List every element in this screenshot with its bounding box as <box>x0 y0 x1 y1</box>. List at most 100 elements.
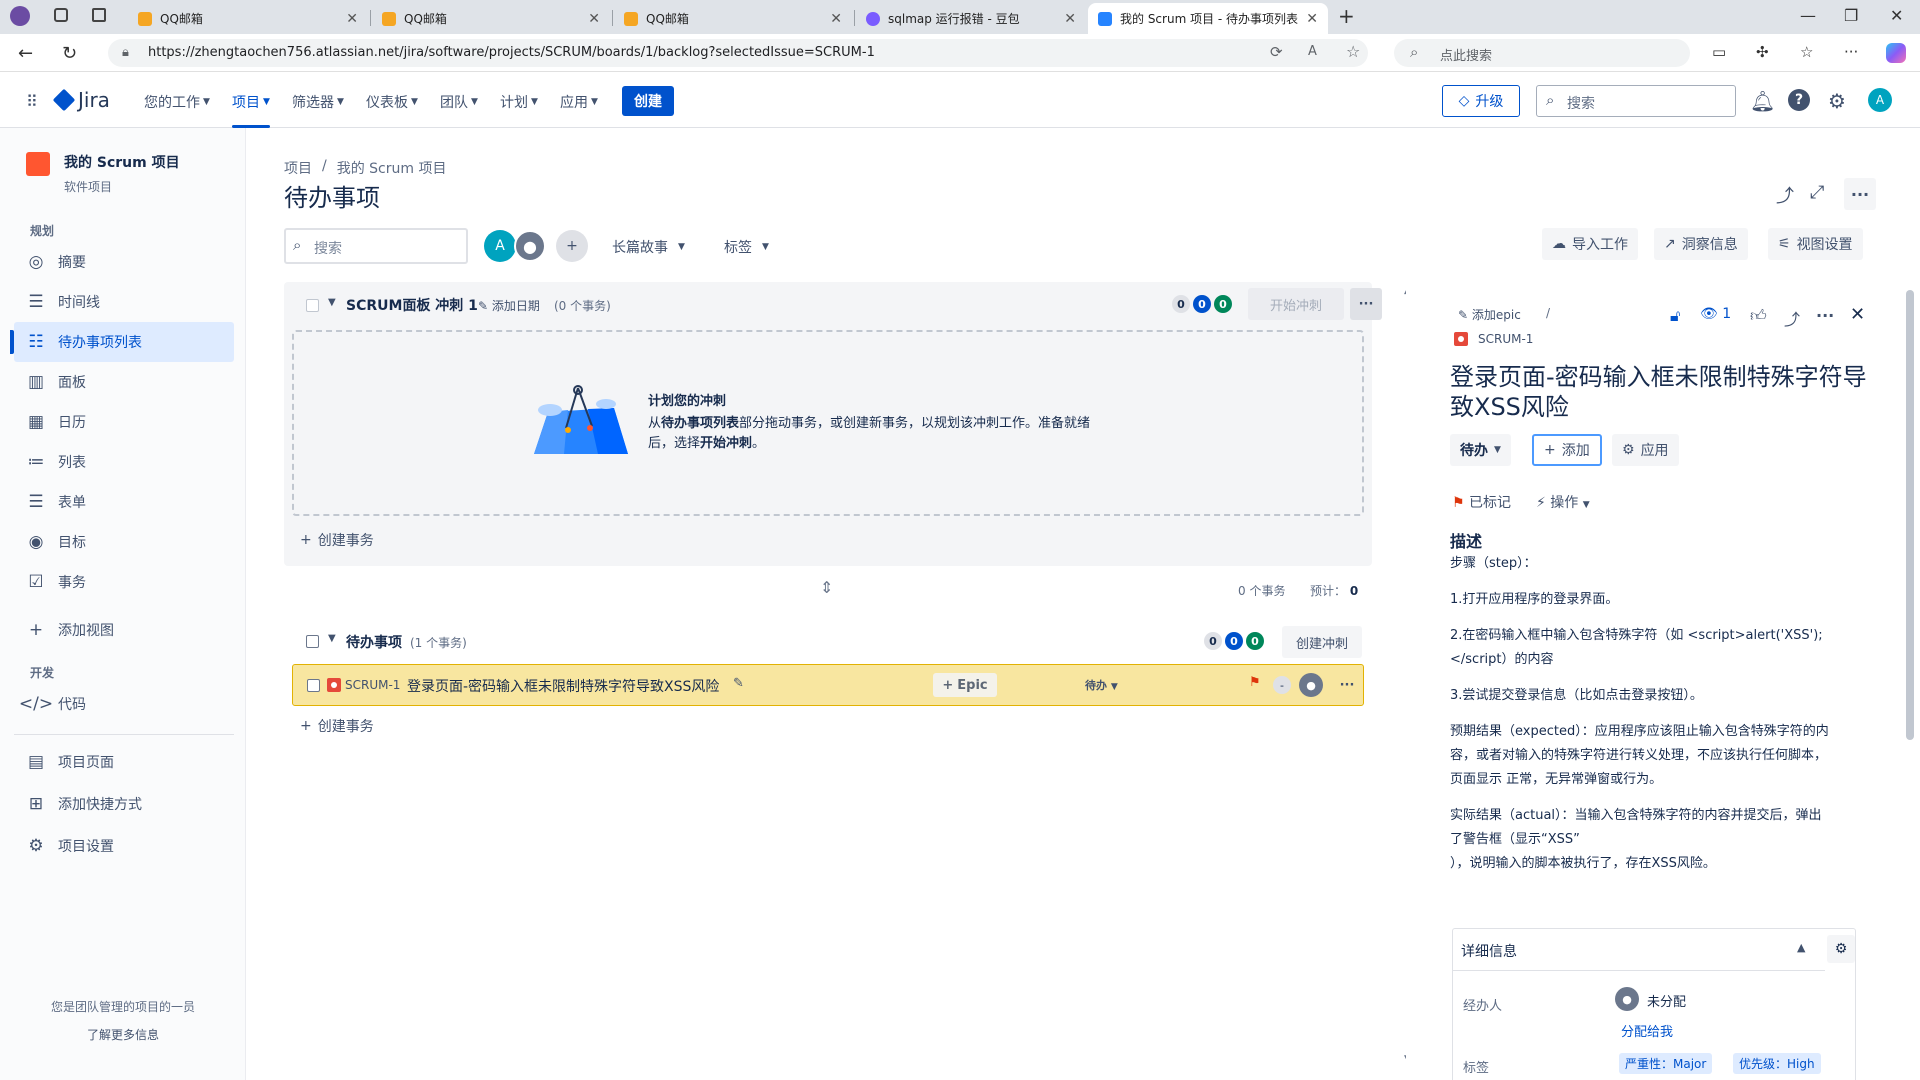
edit-pencil-icon[interactable]: ✎ <box>733 676 744 691</box>
notifications-icon[interactable]: 🔔︎ <box>1750 89 1775 113</box>
share-icon[interactable]: ⤴ <box>1784 306 1800 330</box>
filter-avatar-unassigned[interactable]: ● <box>514 230 546 262</box>
chevron-down-icon[interactable]: ▼ <box>328 297 336 308</box>
jira-search-input[interactable]: ⌕ 搜索 <box>1536 85 1736 117</box>
chevron-up-icon[interactable]: ▲ <box>1797 941 1805 954</box>
sidebar-item-add-view[interactable]: + 添加视图 <box>14 610 234 650</box>
close-icon[interactable]: ✕ <box>588 11 600 27</box>
new-tab-icon[interactable]: + <box>1338 4 1355 28</box>
extensions-icon[interactable]: ✣ <box>1756 43 1769 61</box>
sidebar-item-summary[interactable]: ◎ 摘要 <box>14 242 234 282</box>
sidebar-item-timeline[interactable]: ☰ 时间线 <box>14 282 234 322</box>
user-avatar[interactable]: A <box>1868 88 1892 112</box>
add-epic-button[interactable]: + Epic <box>933 673 997 697</box>
help-icon[interactable]: ? <box>1788 89 1810 111</box>
minimize-icon[interactable]: — <box>1800 6 1816 25</box>
browser-tab[interactable]: QQ邮箱 ✕ <box>128 3 368 34</box>
nav-dashboards[interactable]: 仪表板 ▼ <box>366 92 418 112</box>
label-filter-dropdown[interactable]: 标签 ▼ <box>724 237 769 257</box>
sidebar-item-calendar[interactable]: ▦ 日历 <box>14 402 234 442</box>
browser-menu-icon[interactable]: ··· <box>1844 43 1858 61</box>
sprint-create-issue-button[interactable]: + 创建事务 <box>300 530 374 550</box>
more-actions-button[interactable]: ··· <box>1844 178 1876 210</box>
sidebar-item-project-pages[interactable]: ▤ 项目页面 <box>14 742 234 782</box>
close-icon[interactable]: ✕ <box>1064 11 1076 27</box>
description-body[interactable]: 步骤（step）： 1.打开应用程序的登录界面。 2.在密码输入框中输入包含特殊… <box>1450 552 1870 876</box>
lock-icon[interactable]: 🔓︎ <box>1670 306 1680 326</box>
browser-tab[interactable]: sqlmap 运行报错 - 豆包 ✕ <box>856 3 1086 34</box>
close-icon[interactable]: ✕ <box>1850 304 1865 325</box>
sidebar-item-goals[interactable]: ◉ 目标 <box>14 522 234 562</box>
label-chip[interactable]: 严重性：Major <box>1619 1053 1713 1074</box>
breadcrumb-project[interactable]: 我的 Scrum 项目 <box>337 158 447 178</box>
app-switcher-icon[interactable]: ⠿ <box>26 92 38 111</box>
resize-handle-icon[interactable]: ⇕ <box>820 578 833 597</box>
sidebar-item-list[interactable]: ≔ 列表 <box>14 442 234 482</box>
add-people-icon[interactable]: + <box>556 230 588 262</box>
browser-tab-active[interactable]: 我的 Scrum 项目 - 待办事项列表 ✕ <box>1088 3 1328 34</box>
browser-profile-icon[interactable] <box>10 6 30 26</box>
issue-status-dropdown[interactable]: 待办 ▼ <box>1085 677 1118 693</box>
backlog-search-input[interactable]: ⌕ 搜索 <box>284 228 468 264</box>
insights-button[interactable]: ↗ 洞察信息 <box>1654 228 1748 260</box>
backlog-create-issue-button[interactable]: + 创建事务 <box>300 716 374 736</box>
copilot-icon[interactable] <box>1886 43 1906 63</box>
close-icon[interactable]: ✕ <box>830 11 842 27</box>
back-icon[interactable]: ← <box>18 43 33 64</box>
learn-more-link[interactable]: 了解更多信息 <box>0 1026 246 1043</box>
detail-scrollbar[interactable] <box>1906 290 1914 740</box>
sidebar-item-forms[interactable]: ☰ 表单 <box>14 482 234 522</box>
nav-apps[interactable]: 应用 ▼ <box>560 92 598 112</box>
view-settings-button[interactable]: ⚟ 视图设置 <box>1768 228 1863 260</box>
assignee-value[interactable]: 未分配 <box>1647 991 1686 1010</box>
actions-dropdown[interactable]: ⚡︎ 操作 ▼ <box>1536 492 1590 512</box>
details-settings-icon[interactable]: ⚙ <box>1827 935 1855 963</box>
url-bar[interactable]: 🔒︎ https://zhengtaochen756.atlassian.net… <box>108 39 1368 67</box>
nav-projects[interactable]: 项目 ▼ <box>232 92 270 128</box>
jira-logo[interactable]: Jira <box>52 88 110 112</box>
flagged-indicator[interactable]: ⚑ 已标记 <box>1452 492 1511 512</box>
vertical-tabs-icon[interactable] <box>92 8 106 22</box>
share-icon[interactable]: ⤴ <box>1776 182 1794 208</box>
translate-icon[interactable]: ⟳ <box>1270 43 1283 61</box>
start-sprint-button[interactable]: 开始冲刺 <box>1248 288 1344 320</box>
import-work-button[interactable]: ☁ 导入工作 <box>1542 228 1638 260</box>
nav-filters[interactable]: 筛选器 ▼ <box>292 92 344 112</box>
favorite-star-icon[interactable]: ☆ <box>1346 42 1360 61</box>
assign-to-me-link[interactable]: 分配给我 <box>1621 1021 1673 1040</box>
favorites-icon[interactable]: ☆ <box>1800 43 1813 61</box>
story-points-estimate[interactable]: - <box>1273 676 1291 694</box>
sidebar-item-board[interactable]: ▥ 面板 <box>14 362 234 402</box>
project-avatar-icon[interactable] <box>26 152 50 176</box>
details-header[interactable]: 详细信息 ▲ <box>1453 929 1825 971</box>
table-row[interactable]: SCRUM-1 登录页面-密码输入框未限制特殊字符导致XSS风险 ✎ + Epic… <box>292 664 1364 706</box>
nav-teams[interactable]: 团队 ▼ <box>440 92 478 112</box>
expand-icon[interactable]: ⤢ <box>1810 182 1824 203</box>
add-button[interactable]: + 添加 <box>1532 434 1602 466</box>
close-icon[interactable]: ✕ <box>346 11 358 27</box>
issue-summary[interactable]: 登录页面-密码输入框未限制特殊字符导致XSS风险 <box>407 676 719 696</box>
workspaces-icon[interactable] <box>54 8 68 22</box>
issue-title[interactable]: 登录页面-密码输入框未限制特殊字符导致XSS风险 <box>1450 362 1880 422</box>
refresh-icon[interactable]: ↻ <box>62 43 77 64</box>
create-button[interactable]: 创建 <box>622 86 674 116</box>
apps-button[interactable]: ⚙ 应用 <box>1612 434 1679 466</box>
browser-tab[interactable]: QQ邮箱 ✕ <box>614 3 852 34</box>
upgrade-button[interactable]: ◇ 升级 <box>1442 85 1520 117</box>
close-icon[interactable]: ✕ <box>1306 11 1318 27</box>
sidebar-item-project-settings[interactable]: ⚙ 项目设置 <box>14 826 234 866</box>
vote-like-icon[interactable]: 👍︎ <box>1750 306 1767 326</box>
site-info-icon[interactable]: 🔒︎ <box>122 45 129 60</box>
browser-search-box[interactable]: ⌕ 点此搜索 <box>1394 39 1690 67</box>
watch-button[interactable]: 👁︎ 1 <box>1700 306 1731 322</box>
backlog-checkbox[interactable] <box>306 635 319 648</box>
empty-sprint-dropzone[interactable]: 计划您的冲刺 从待办事项列表部分拖动事务，或创建新事务，以规划该冲刺工作。准备就… <box>292 330 1364 516</box>
sidebar-item-code[interactable]: </> 代码 <box>14 684 234 724</box>
chevron-down-icon[interactable]: ▼ <box>328 633 336 644</box>
settings-gear-icon[interactable]: ⚙ <box>1828 89 1846 113</box>
issue-key[interactable]: SCRUM-1 <box>1478 332 1533 346</box>
status-dropdown[interactable]: 待办 ▼ <box>1450 434 1511 466</box>
add-epic-link[interactable]: ✎ 添加epic <box>1458 306 1521 323</box>
sidebar-item-issues[interactable]: ☑ 事务 <box>14 562 234 602</box>
breadcrumb-projects[interactable]: 项目 <box>284 158 312 178</box>
